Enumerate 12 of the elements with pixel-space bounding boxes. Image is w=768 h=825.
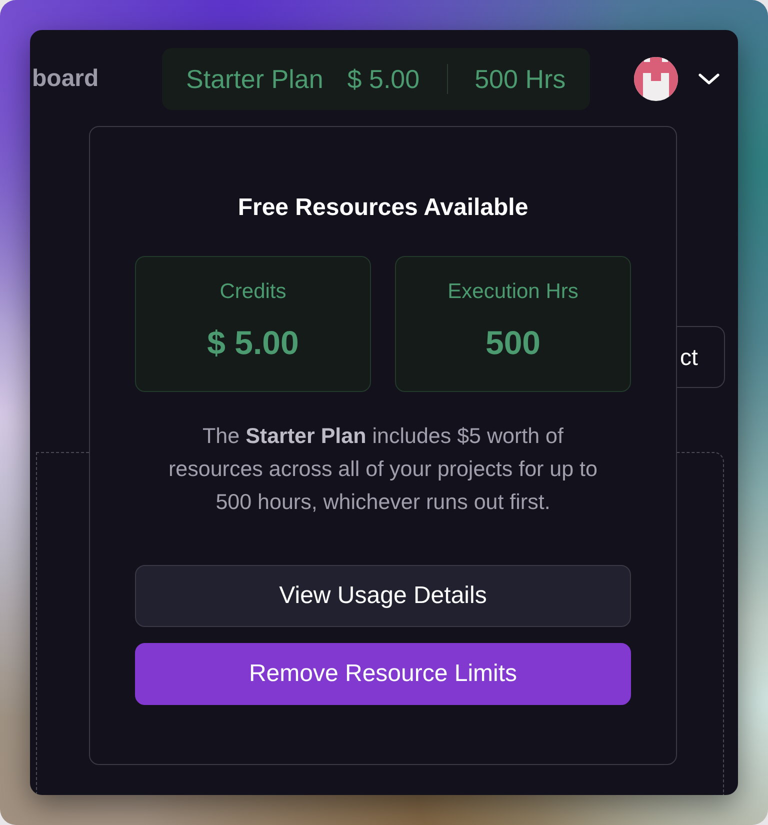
- card-label: Credits: [220, 279, 286, 305]
- remove-limits-button[interactable]: Remove Resource Limits: [135, 643, 631, 705]
- page-title: board: [32, 65, 99, 92]
- avatar-icon[interactable]: [634, 57, 678, 101]
- usage-details-button[interactable]: View Usage Details: [135, 565, 631, 627]
- card-label: Execution Hrs: [448, 279, 578, 305]
- card-value: 500: [485, 323, 541, 363]
- card-value: $ 5.00: [207, 323, 299, 363]
- plan-summary-button[interactable]: Starter Plan $ 5.00 500 Hrs: [162, 48, 590, 110]
- plan-description: The Starter Plan includes $5 worth of resources across all of your projects for up to 500 hours, whichever runs out first.: [168, 423, 598, 516]
- chevron-down-icon[interactable]: [698, 73, 720, 85]
- popup-title: Free Resources Available: [238, 193, 528, 223]
